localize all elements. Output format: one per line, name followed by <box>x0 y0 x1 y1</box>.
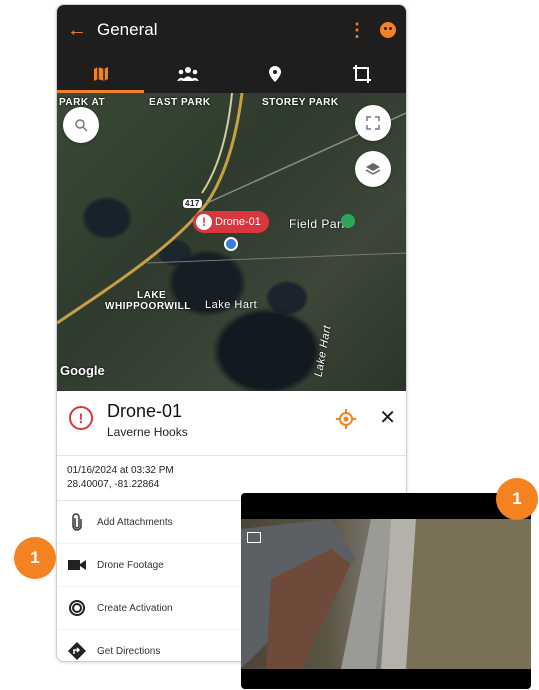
google-logo: Google <box>60 363 105 378</box>
tab-area[interactable] <box>319 55 406 93</box>
arrow-left-icon: ← <box>67 18 87 41</box>
close-button[interactable]: ✕ <box>379 405 396 430</box>
app-bar: ← General ⋮ <box>57 5 406 55</box>
map-label-whippoorwill: WHIPPOORWILL <box>105 301 191 312</box>
location-pin-icon <box>269 66 282 82</box>
map-label-field-park: Field Park <box>289 217 349 231</box>
drone-footage-player[interactable] <box>241 493 531 689</box>
map-layers-button[interactable] <box>355 151 391 187</box>
tab-people[interactable] <box>144 55 231 93</box>
back-button[interactable]: ← <box>57 5 97 55</box>
map-label-lake-hart: Lake Hart <box>205 299 258 311</box>
map-label-lake: LAKE <box>137 290 167 301</box>
drone-detail-header: ! Drone-01 Laverne Hooks ✕ <box>57 391 406 456</box>
people-icon <box>176 67 199 81</box>
avatar-icon <box>380 22 396 38</box>
drone-coordinates: 28.40007, -81.22864 <box>67 479 160 490</box>
tab-bar <box>57 55 406 93</box>
map-label-storey-park: STOREY PARK <box>262 97 339 108</box>
profile-button[interactable] <box>370 22 406 38</box>
more-menu-button[interactable]: ⋮ <box>344 20 370 41</box>
map-view[interactable]: PARK AT EAST PARK STOREY PARK Field Park… <box>57 93 406 391</box>
callout-badge-left: 1 <box>14 537 56 579</box>
drone-operator: Laverne Hooks <box>107 425 188 439</box>
tab-map[interactable] <box>57 55 145 93</box>
drone-marker[interactable]: ! Drone-01 <box>193 211 269 233</box>
current-location-dot <box>224 237 238 251</box>
close-icon: ✕ <box>379 407 396 429</box>
locate-button[interactable] <box>336 409 356 434</box>
drone-datetime: 01/16/2024 at 03:32 PM <box>67 465 174 476</box>
directions-icon <box>68 642 86 660</box>
map-label-east-park: EAST PARK <box>149 97 211 108</box>
road-shield: 417 <box>183 199 202 208</box>
action-label: Get Directions <box>97 645 161 657</box>
action-label: Add Attachments <box>97 516 173 528</box>
layers-icon <box>365 163 381 175</box>
crosshair-icon <box>336 409 356 429</box>
alert-icon: ! <box>196 214 212 230</box>
kebab-icon: ⋮ <box>348 19 366 40</box>
target-circle-icon <box>69 600 85 616</box>
tab-location[interactable] <box>232 55 319 93</box>
video-camera-icon <box>68 560 86 570</box>
paperclip-icon <box>72 513 82 531</box>
park-poi-icon <box>341 214 355 228</box>
map-search-button[interactable] <box>63 107 99 143</box>
action-label: Drone Footage <box>97 559 164 571</box>
video-scene <box>241 519 531 669</box>
alert-circle-icon: ! <box>69 406 93 430</box>
callout-badge-right: 1 <box>496 478 538 520</box>
map-icon <box>93 67 108 81</box>
drone-name: Drone-01 <box>107 401 183 421</box>
action-label: Create Activation <box>97 602 173 614</box>
fullscreen-icon <box>366 116 380 130</box>
pip-icon <box>247 532 261 543</box>
square-frame-icon <box>353 65 372 83</box>
search-icon <box>75 119 88 132</box>
map-fullscreen-button[interactable] <box>355 105 391 141</box>
video-frame <box>241 519 531 669</box>
drone-marker-label: Drone-01 <box>215 216 261 228</box>
page-title: General <box>97 20 158 39</box>
